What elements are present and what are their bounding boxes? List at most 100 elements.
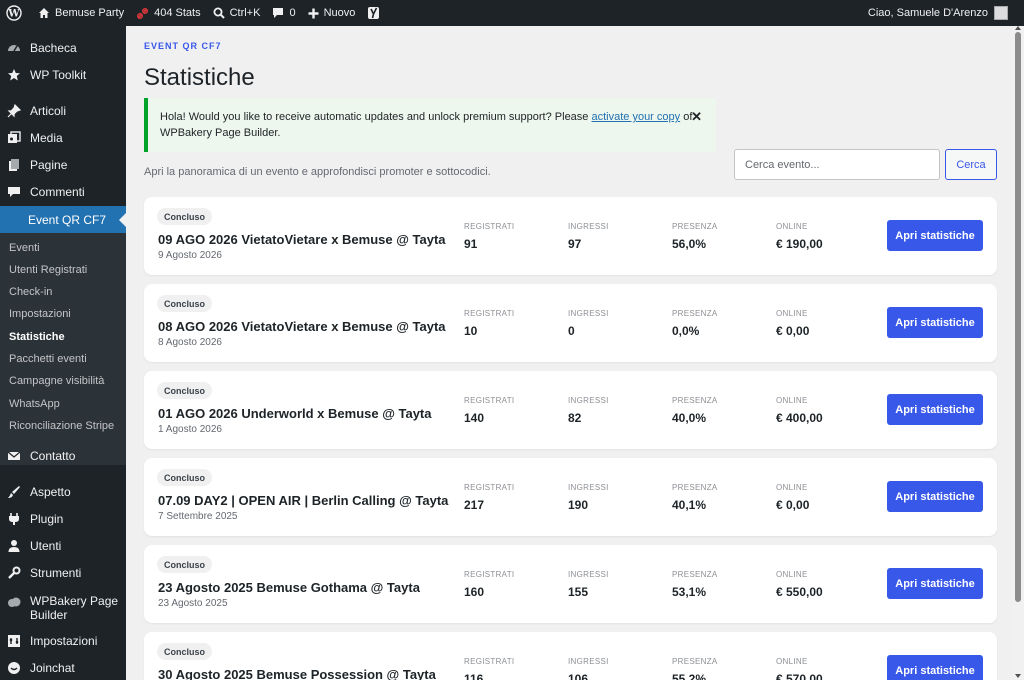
stat-label: REGISTRATI [464,222,515,231]
my-account-link[interactable]: Ciao, Samuele D'Arenzo [868,6,1024,20]
stats-404-link[interactable]: 404 Stats [130,0,206,26]
new-content-link[interactable]: Nuovo [302,0,362,26]
sidebar-item-wpbakery[interactable]: WPBakery Page Builder [0,590,126,624]
stat-value: 40,0% [672,411,707,425]
greeting: Ciao, Samuele D'Arenzo [867,7,988,19]
event-date: 1 Agosto 2026 [158,424,222,435]
stat-label: INGRESSI [568,309,609,318]
open-stats-button[interactable]: Apri statistiche [887,655,983,680]
event-name: 01 AGO 2026 Underworld x Bemuse @ Tayta [158,406,432,421]
open-stats-button[interactable]: Apri statistiche [887,568,983,599]
sidebar-label: Commenti [30,185,85,199]
sidebar-item-wp-toolkit[interactable]: WP Toolkit [0,61,126,89]
page-scrollbar[interactable] [1012,26,1024,680]
open-stats-button[interactable]: Apri statistiche [887,394,983,425]
event-card: Concluso 09 AGO 2026 VietatoVietare x Bem… [144,197,997,275]
stat-value: 82 [568,411,582,425]
close-icon[interactable]: ✕ [691,109,702,125]
sidebar-item-event-qr-cf7[interactable]: Event QR CF7 [0,206,126,234]
submenu-item-eventi[interactable]: Eventi [9,242,40,254]
sidebar-item-aspetto[interactable]: Aspetto [0,478,126,506]
status-badge: Concluso [157,208,213,225]
event-date: 23 Agosto 2025 [158,598,228,609]
stat-label: REGISTRATI [464,657,515,666]
stat-value: € 0,00 [776,498,810,512]
stat-presenza: PRESENZA 40,0% [672,396,718,425]
sidebar-label: Event QR CF7 [28,213,107,227]
sidebar-item-bacheca[interactable]: Bacheca [0,34,126,62]
sidebar-item-joinchat[interactable]: Joinchat [0,654,126,680]
stat-registrati: REGISTRATI 10 [464,309,514,338]
event-card: Concluso 01 AGO 2026 Underworld x Bemuse … [144,371,997,449]
stat-label: PRESENZA [672,657,718,666]
status-badge: Concluso [157,382,213,399]
event-name: 07.09 DAY2 | OPEN AIR | Berlin Calling @… [158,493,449,508]
sidebar-item-plugin[interactable]: Plugin [0,505,126,533]
sidebar-item-pagine[interactable]: Pagine [0,151,126,179]
stat-label: INGRESSI [568,222,609,231]
cloud-icon [6,594,22,610]
sidebar-item-impostazioni[interactable]: Impostazioni [0,627,126,655]
event-qr-submenu: Eventi Utenti Registrati Check-in Impost… [0,233,126,465]
settings-icon [6,633,22,649]
sidebar-item-strumenti[interactable]: Strumenti [0,559,126,587]
stat-label: ONLINE [776,396,808,405]
media-icon [6,130,22,146]
sidebar-item-media[interactable]: Media [0,124,126,152]
open-stats-button[interactable]: Apri statistiche [887,481,983,512]
submenu-item-riconciliazione-stripe[interactable]: Riconciliazione Stripe [9,420,114,432]
comments-link[interactable]: 0 [266,0,301,26]
event-date: 9 Agosto 2026 [158,250,222,261]
stat-label: INGRESSI [568,396,609,405]
stat-ingressi: INGRESSI 190 [568,483,609,512]
sidebar-label: WPBakery Page Builder [30,594,119,622]
stat-online: ONLINE € 190,00 [776,222,823,251]
stat-online: ONLINE € 0,00 [776,483,809,512]
stat-label: ONLINE [776,222,808,231]
stat-value: 55,2% [672,672,707,680]
stat-ingressi: INGRESSI 82 [568,396,609,425]
comment-icon [273,8,284,18]
event-card: Concluso 30 Agosto 2025 Bemuse Possession… [144,632,997,680]
stat-value: 56,0% [672,237,707,251]
sidebar-label: Contatto [30,449,76,463]
wordpress-logo-icon[interactable]: W [0,0,28,26]
scroll-thumb[interactable] [1015,32,1021,602]
sidebar-label: Aspetto [30,485,71,499]
stat-registrati: REGISTRATI 116 [464,657,514,680]
submenu-item-pacchetti-eventi[interactable]: Pacchetti eventi [9,353,87,365]
site-name-link[interactable]: Bemuse Party [28,0,130,26]
sidebar-item-articoli[interactable]: Articoli [0,97,126,125]
sidebar-item-contatto[interactable]: Contatto [0,442,126,470]
search-input[interactable] [734,149,940,180]
search-button[interactable]: Cerca [945,149,997,180]
submenu-item-utenti-registrati[interactable]: Utenti Registrati [9,264,87,276]
open-stats-button[interactable]: Apri statistiche [887,220,983,251]
activate-copy-link[interactable]: activate your copy [591,111,680,123]
stat-value: 140 [464,411,485,425]
stat-label: REGISTRATI [464,483,515,492]
submenu-item-impostazioni[interactable]: Impostazioni [9,308,71,320]
command-search-link[interactable]: Ctrl+K [207,0,267,26]
stat-label: PRESENZA [672,483,718,492]
submenu-item-campagne-visibilita[interactable]: Campagne visibilità [9,375,104,387]
brush-icon [6,484,22,500]
notice-text: Hola! Would you like to receive automati… [160,111,592,123]
sidebar-item-commenti[interactable]: Commenti [0,178,126,206]
submenu-item-check-in[interactable]: Check-in [9,286,52,298]
submenu-item-whatsapp[interactable]: WhatsApp [9,398,60,410]
stat-value: 40,1% [672,498,707,512]
stat-label: ONLINE [776,657,808,666]
scroll-down-arrow[interactable] [1015,674,1021,678]
stat-label: REGISTRATI [464,570,515,579]
page-description: Apri la panoramica di un evento e approf… [144,166,491,178]
scroll-up-arrow[interactable] [1015,26,1021,30]
open-stats-button[interactable]: Apri statistiche [887,307,983,338]
submenu-item-statistiche[interactable]: Statistiche [9,331,65,343]
sidebar-item-utenti[interactable]: Utenti [0,532,126,560]
yoast-icon[interactable] [361,0,386,26]
stat-presenza: PRESENZA 0,0% [672,309,718,338]
stat-value: 190 [568,498,589,512]
stat-presenza: PRESENZA 40,1% [672,483,718,512]
status-badge: Concluso [157,469,213,486]
